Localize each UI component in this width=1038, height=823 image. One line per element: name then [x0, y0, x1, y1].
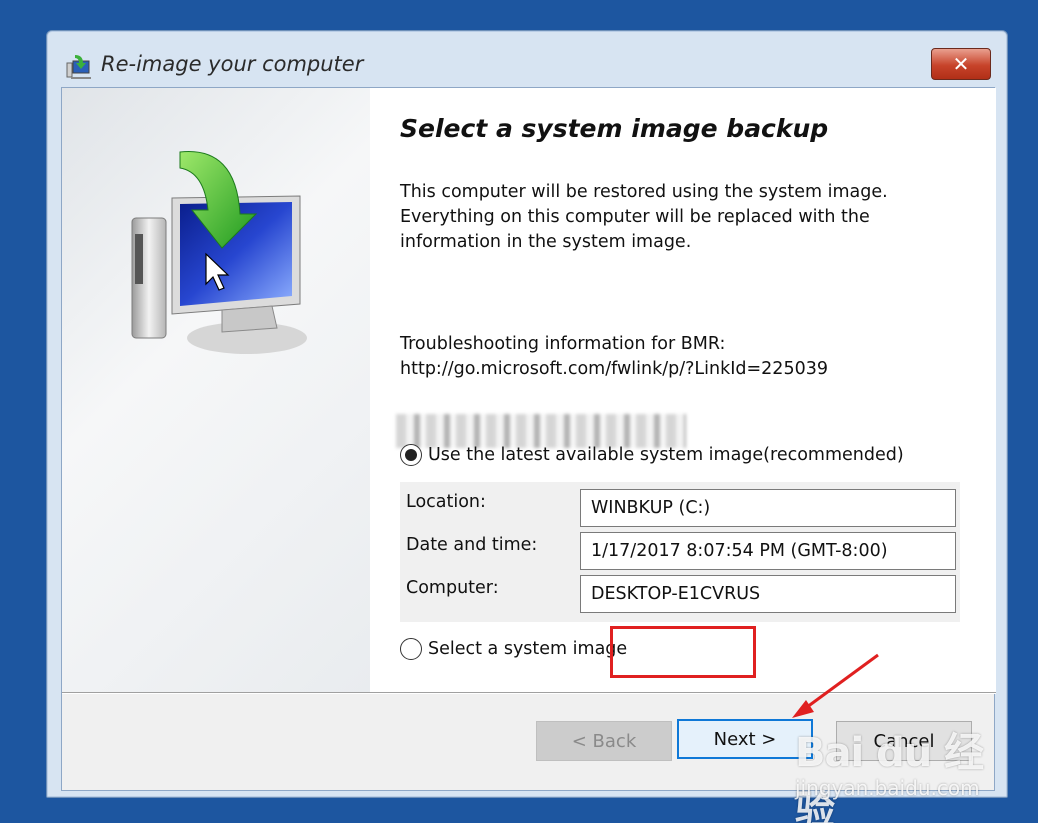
baidu-site: jingyan.baidu.com	[795, 776, 980, 800]
blurred-watermark	[396, 414, 686, 448]
datetime-field: 1/17/2017 8:07:54 PM (GMT-8:00)	[580, 532, 956, 570]
radio-latest-label: Use the latest available system image(re…	[428, 445, 904, 465]
reimage-window: Re-image your computer ✕ Select a system…	[46, 30, 1008, 798]
close-icon: ✕	[952, 52, 970, 76]
window-title: Re-image your computer	[101, 52, 364, 76]
computer-field: DESKTOP-E1CVRUS	[580, 575, 956, 613]
location-label: Location:	[406, 492, 486, 512]
back-button[interactable]: < Back	[536, 721, 672, 761]
location-field: WINBKUP (C:)	[580, 489, 956, 527]
description-text: This computer will be restored using the…	[400, 182, 888, 252]
dialog-client-area: Select a system image backup This comput…	[61, 87, 996, 791]
next-button[interactable]: Next >	[677, 719, 813, 759]
radio-select-label: Select a system image	[428, 639, 628, 659]
radio-select-indicator[interactable]	[400, 638, 422, 660]
annotation-highlight-box	[610, 626, 756, 678]
troubleshooting-label: Troubleshooting information for BMR:	[400, 334, 726, 354]
close-button[interactable]: ✕	[931, 48, 991, 80]
content-pane: Select a system image backup This comput…	[370, 88, 996, 692]
datetime-label: Date and time:	[406, 535, 538, 555]
troubleshooting-info: Troubleshooting information for BMR: htt…	[400, 332, 980, 382]
baidu-watermark: Bai du 经验 jingyan.baidu.com	[795, 700, 995, 823]
troubleshooting-link[interactable]: http://go.microsoft.com/fwlink/p/?LinkId…	[400, 357, 980, 382]
title-bar[interactable]: Re-image your computer ✕	[47, 31, 1007, 87]
radio-latest-indicator[interactable]	[400, 444, 422, 466]
computer-restore-icon	[131, 151, 307, 354]
page-title: Select a system image backup	[400, 114, 829, 143]
illustration-pane	[62, 88, 370, 692]
baidu-logo: Bai du 经验	[795, 730, 984, 823]
radio-latest-image[interactable]: Use the latest available system image(re…	[400, 444, 904, 466]
image-details: Location: WINBKUP (C:) Date and time: 1/…	[400, 482, 960, 622]
radio-select-image[interactable]: Select a system image	[400, 638, 627, 660]
computer-label: Computer:	[406, 578, 499, 598]
restore-app-icon	[66, 55, 91, 79]
footer-divider-highlight	[62, 693, 996, 694]
